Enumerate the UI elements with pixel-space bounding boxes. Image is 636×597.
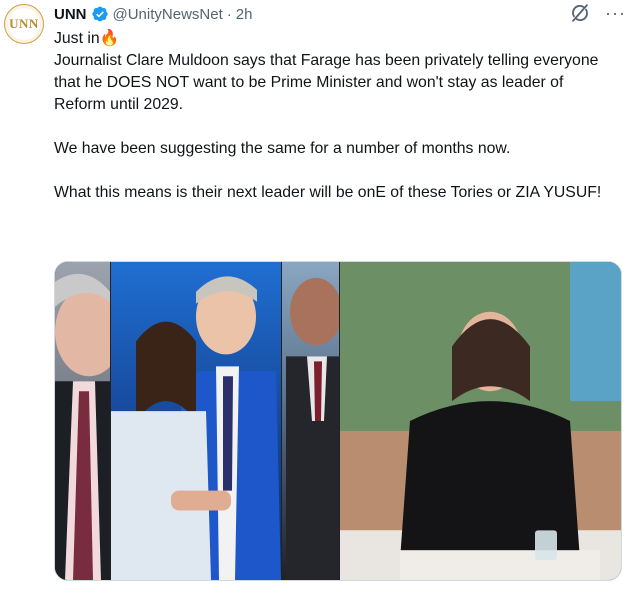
tweet-media[interactable]: [54, 261, 622, 581]
verified-badge-icon[interactable]: [91, 5, 109, 23]
fire-emoji: 🔥: [99, 30, 120, 47]
more-options-icon[interactable]: ···: [605, 3, 626, 23]
tweet-header: UNN @UnityNewsNet · 2h: [54, 4, 252, 24]
tweet-body: Journalist Clare Muldoon says that Farag…: [54, 52, 602, 201]
separator-dot: ·: [226, 5, 232, 23]
tweet-card[interactable]: UNN UNN @UnityNewsNet · 2h ··· Just in🔥 …: [0, 0, 636, 597]
account-handle[interactable]: @UnityNewsNet: [113, 6, 223, 23]
photo-panel-1[interactable]: [55, 262, 110, 580]
tweet-timestamp[interactable]: 2h: [236, 6, 253, 23]
photo-panel-2[interactable]: [111, 262, 281, 580]
avatar[interactable]: UNN: [4, 4, 44, 44]
account-name[interactable]: UNN: [54, 6, 87, 23]
tweet-actions: ···: [569, 2, 626, 24]
avatar-logo-text: UNN: [9, 16, 39, 31]
tweet-lead: Just in: [54, 30, 100, 47]
photo-panel-3[interactable]: [282, 262, 339, 580]
photo-panel-4[interactable]: [340, 262, 621, 580]
grok-icon[interactable]: [569, 2, 591, 24]
tweet-text: Just in🔥 Journalist Clare Muldoon says t…: [54, 28, 614, 204]
